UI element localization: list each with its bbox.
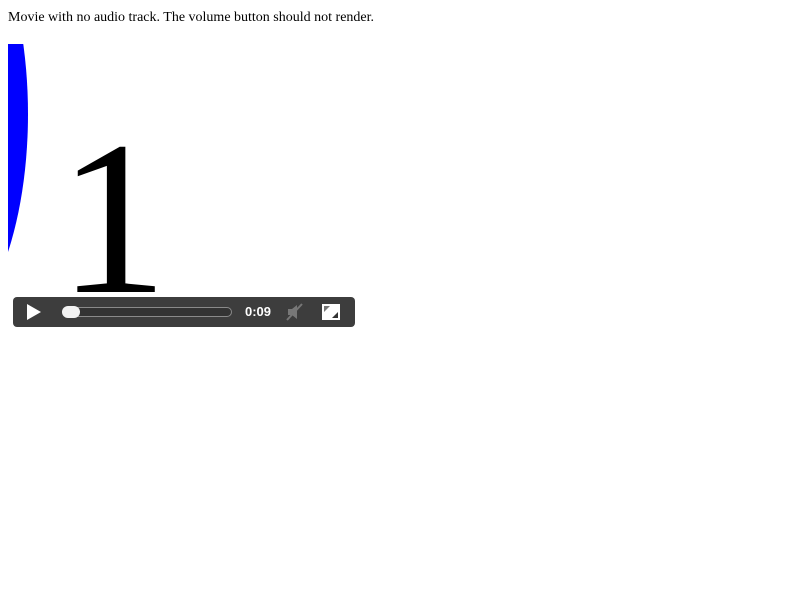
page-caption: Movie with no audio track. The volume bu… [8, 10, 375, 25]
fullscreen-button[interactable] [321, 303, 341, 321]
volume-muted-icon [286, 303, 304, 321]
play-button[interactable] [23, 302, 43, 322]
timeline-slider[interactable] [62, 306, 232, 318]
play-icon [27, 304, 41, 320]
fullscreen-icon [322, 304, 340, 320]
frame-number: 1 [58, 96, 168, 332]
current-time-display: 0:09 [245, 304, 272, 319]
timeline-thumb[interactable] [62, 306, 80, 318]
video-controls: 0:09 [13, 297, 355, 327]
video-player[interactable]: 1 0:09 [8, 44, 360, 332]
blue-circle [8, 44, 28, 252]
